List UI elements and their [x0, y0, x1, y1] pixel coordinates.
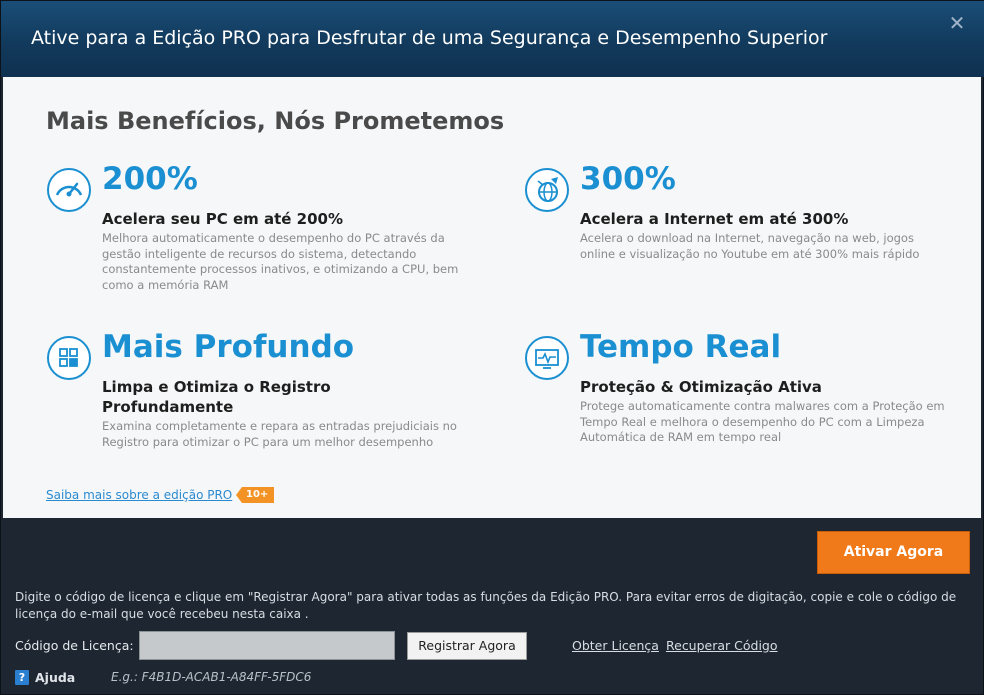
help-icon: ? [15, 669, 29, 685]
feature-realtime-heading: Tempo Real [580, 329, 782, 365]
feature-registry-title: Limpa e Otimiza o Registro Profundamente [102, 378, 331, 416]
window-title: Ative para a Edição PRO para Desfrutar d… [31, 27, 828, 49]
license-code-label: Código de Licença: [15, 638, 134, 653]
feature-internet: 300% Acelera a Internet em até 300% Acel… [524, 161, 944, 291]
learn-more-link[interactable]: Saiba mais sobre a edição PRO [46, 488, 232, 502]
registry-grid-icon [47, 336, 91, 380]
license-instructions: Digite o código de licença e clique em "… [15, 590, 957, 621]
monitor-pulse-icon [525, 336, 569, 380]
feature-speed-percent: 200% [102, 161, 198, 197]
speedometer-icon [47, 168, 91, 212]
feature-registry: Mais Profundo Limpa e Otimiza o Registro… [46, 329, 466, 449]
feature-internet-percent: 300% [580, 161, 676, 197]
benefits-panel: Mais Benefícios, Nós Prometemos 200% Ace… [3, 77, 981, 518]
version-badge: 10+ [236, 487, 275, 503]
title-bar: Ative para a Edição PRO para Desfrutar d… [1, 1, 984, 77]
feature-speed-description: Melhora automaticamente o desempenho do … [102, 231, 459, 292]
feature-speed: 200% Acelera seu PC em até 200% Melhora … [46, 161, 466, 292]
feature-speed-title: Acelera seu PC em até 200% [102, 210, 344, 228]
feature-internet-description: Acelera o download na Internet, navegaçã… [580, 231, 920, 261]
license-code-input[interactable] [139, 631, 395, 660]
recover-code-link[interactable]: Recuperar Código [666, 638, 778, 653]
license-example: E.g.: F4B1D-ACAB1-A84FF-5FDC6 [111, 670, 312, 684]
get-license-link[interactable]: Obter Licença [572, 638, 659, 653]
feature-realtime-title: Proteção & Otimização Ativa [580, 378, 822, 396]
help-button[interactable]: ? Ajuda [15, 668, 75, 686]
register-now-button[interactable]: Registrar Agora [407, 632, 527, 660]
feature-realtime: Tempo Real Proteção & Otimização Ativa P… [524, 329, 945, 449]
rocket-globe-icon [525, 168, 569, 212]
activate-now-button[interactable]: Ativar Agora [817, 531, 970, 574]
benefits-heading: Mais Benefícios, Nós Prometemos [46, 107, 505, 135]
close-icon[interactable]: ✕ [947, 13, 967, 33]
feature-registry-heading: Mais Profundo [102, 329, 355, 365]
feature-internet-title: Acelera a Internet em até 300% [580, 210, 849, 228]
feature-registry-description: Examina completamente e repara as entrad… [102, 419, 457, 449]
feature-realtime-description: Protege automaticamente contra malwares … [580, 399, 945, 444]
help-label: Ajuda [35, 669, 76, 685]
activation-window: Ative para a Edição PRO para Desfrutar d… [0, 0, 984, 695]
